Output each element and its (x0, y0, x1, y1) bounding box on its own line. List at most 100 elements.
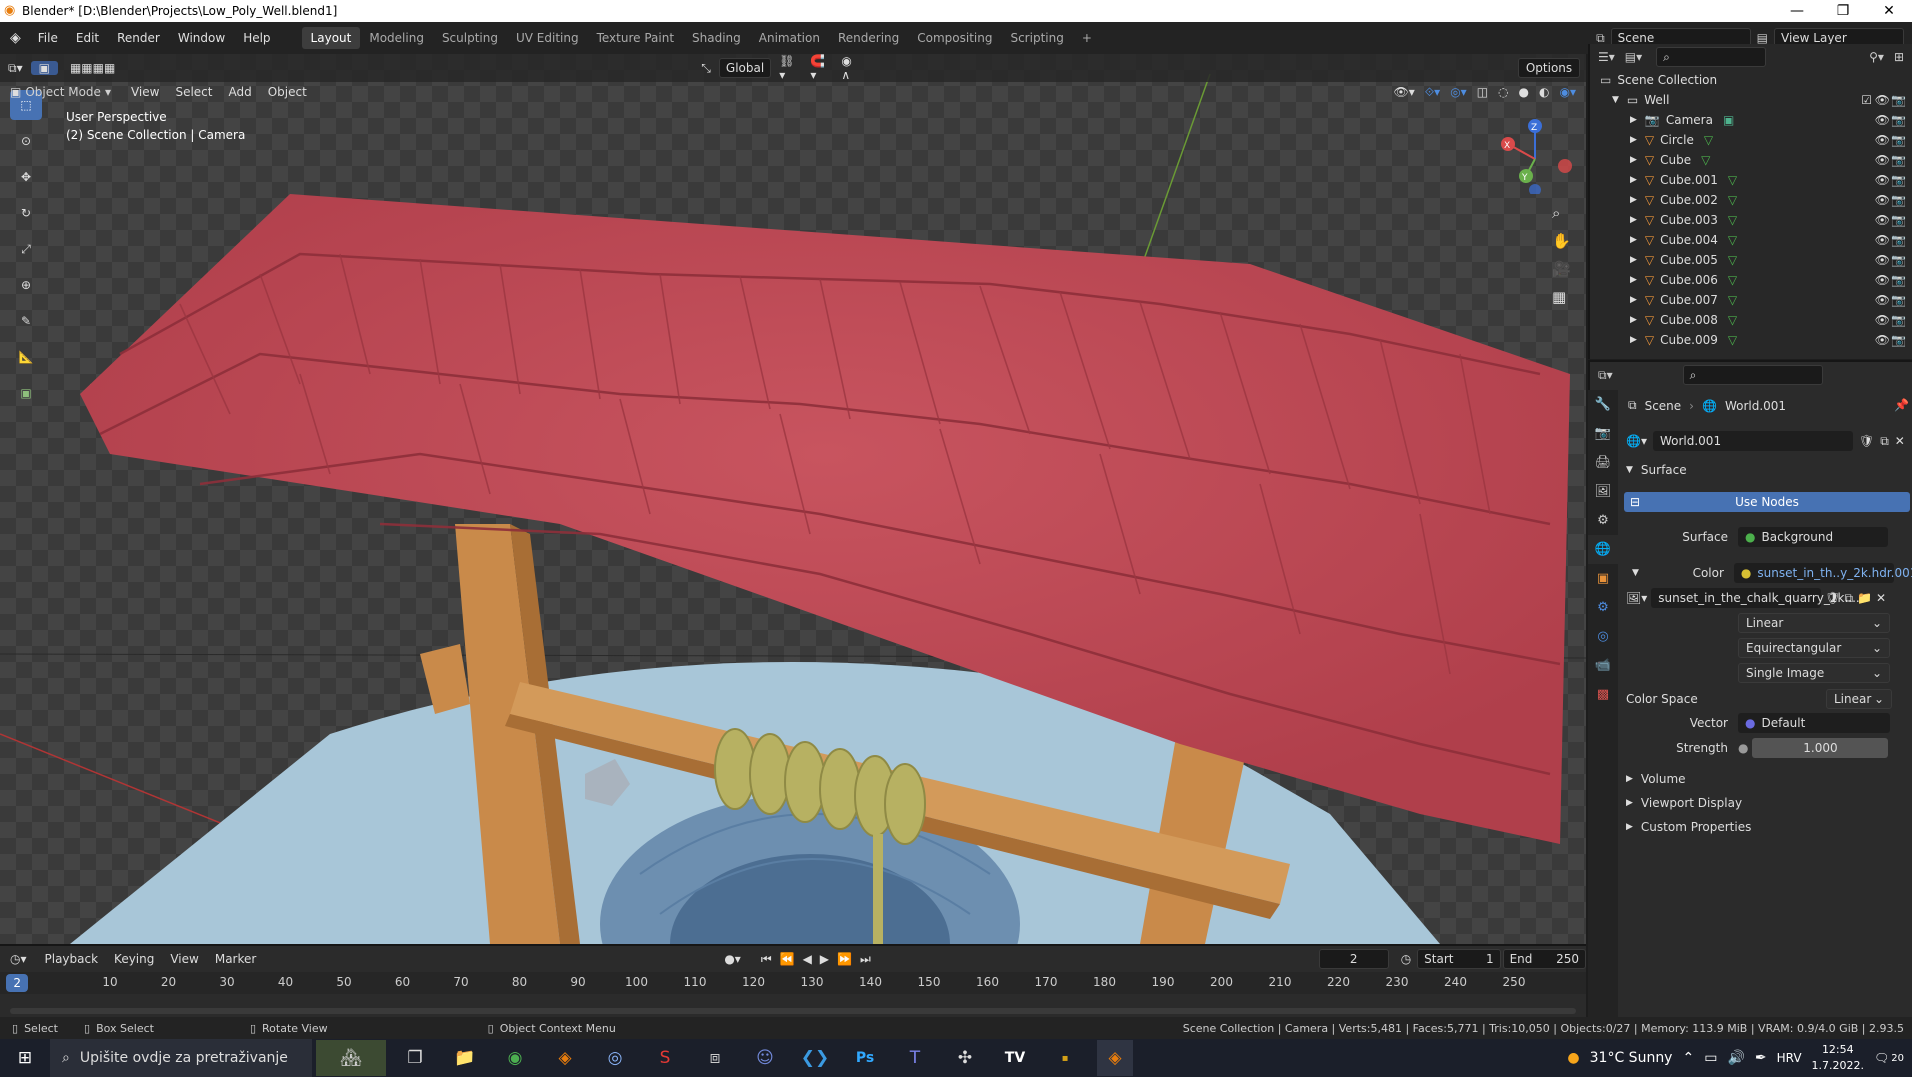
visibility-eye-icon[interactable]: 👁 (1875, 173, 1890, 187)
close-button[interactable]: ✕ (1866, 3, 1912, 19)
tab-compositing[interactable]: Compositing (908, 27, 1001, 49)
filter-icon[interactable]: ⚲▾ (1869, 50, 1884, 64)
timeline-scrollbar[interactable] (10, 1008, 1576, 1014)
outliner-root[interactable]: ▭ Scene Collection (1590, 70, 1912, 90)
collapsed-chevron-icon[interactable]: ▶ (1630, 295, 1637, 305)
photoshop-icon[interactable]: Ps (847, 1040, 883, 1076)
viewport-menu-select[interactable]: Select (167, 85, 220, 99)
unlink-icon[interactable]: ✕ (1895, 434, 1905, 448)
tv-app-icon[interactable]: TV (997, 1040, 1033, 1076)
render-camera-icon[interactable]: 📷 (1891, 253, 1906, 267)
browser-icon[interactable]: ◎ (597, 1040, 633, 1076)
visibility-eye-icon[interactable]: 👁 (1875, 153, 1890, 167)
visibility-eye-icon[interactable]: 👁 (1875, 313, 1890, 327)
visibility-eye-icon[interactable]: 👁 (1875, 193, 1890, 207)
render-camera-icon[interactable]: 📷 (1891, 113, 1906, 127)
clock-icon[interactable]: ◷ (1401, 952, 1411, 966)
viewport-menu-add[interactable]: Add (220, 85, 259, 99)
add-workspace-icon[interactable]: + (1073, 27, 1101, 49)
image-browse-icon[interactable]: 🖼▾ (1626, 591, 1647, 605)
outliner-search-input[interactable]: ⌕ (1656, 47, 1767, 67)
fake-user-icon[interactable]: 🛡 (1825, 591, 1840, 605)
outliner-item[interactable]: ▶ 📷 Camera ▣ 👁 📷 (1590, 110, 1912, 130)
projection-dropdown[interactable]: Equirectangular ⌄ (1738, 638, 1890, 658)
exclude-checkbox-icon[interactable]: ☑ (1861, 93, 1872, 107)
blender-active-taskbar-icon[interactable]: ◈ (1097, 1040, 1133, 1076)
outliner-item[interactable]: ▶ ▽ Cube.005 ▽ 👁 📷 (1590, 250, 1912, 270)
options-dropdown[interactable]: Options (1518, 58, 1580, 78)
clock[interactable]: 12:54 1.7.2022. (1812, 1042, 1864, 1074)
viewport-menu-view[interactable]: View (123, 85, 167, 99)
tab-modeling[interactable]: Modeling (360, 27, 433, 49)
expand-chevron-icon[interactable]: ▼ (1632, 568, 1639, 578)
visibility-eye-icon[interactable]: 👁 (1875, 133, 1890, 147)
visibility-eye-icon[interactable]: 👁 (1875, 273, 1890, 287)
mesh-data-icon[interactable]: ▽ (1704, 133, 1713, 147)
visibility-eye-icon[interactable]: 👁 (1875, 213, 1890, 227)
render-camera-icon[interactable]: 📷 (1891, 273, 1906, 287)
collapsed-chevron-icon[interactable]: ▶ (1630, 235, 1637, 245)
object-tab-icon[interactable]: ▣ (1588, 564, 1618, 593)
world-browse-icon[interactable]: 🌐▾ (1626, 434, 1647, 448)
outliner-item[interactable]: ▶ ▽ Cube.006 ▽ 👁 📷 (1590, 270, 1912, 290)
blender-menu-icon[interactable]: ◈ (10, 30, 21, 46)
output-tab-icon[interactable]: 🖨 (1588, 448, 1618, 477)
collapsed-chevron-icon[interactable]: ▶ (1630, 135, 1637, 145)
modifier-tab-icon[interactable]: ⚙ (1588, 593, 1618, 622)
collapsed-chevron-icon[interactable]: ▶ (1630, 275, 1637, 285)
tab-layout[interactable]: Layout (301, 27, 361, 49)
restore-button[interactable]: ❐ (1820, 3, 1866, 19)
scene-tab-icon[interactable]: ⚙ (1588, 506, 1618, 535)
cursor-icon[interactable]: ⊙ (10, 126, 42, 156)
xray-icon[interactable]: ◫ (1477, 85, 1488, 100)
camera-data-icon[interactable]: ▣ (1723, 113, 1734, 127)
mesh-data-icon[interactable]: ▽ (1728, 213, 1737, 227)
3d-viewport[interactable]: User Perspective (2) Scene Collection | … (0, 54, 1586, 944)
menu-help[interactable]: Help (234, 31, 279, 45)
timeline-editor-icon[interactable]: ◷▾ (10, 952, 27, 966)
playback-controls-icon[interactable]: ⏮⏪◀▶⏩⏭ (761, 952, 879, 967)
editor-type-icon[interactable]: ⧉▾ (0, 61, 31, 76)
add-cube-icon[interactable]: ▣ (10, 378, 42, 408)
material-shading-icon[interactable]: ◐ (1539, 85, 1549, 100)
viewport-scene[interactable] (0, 54, 1586, 944)
pen-icon[interactable]: ✒ (1755, 1050, 1767, 1066)
visibility-eye-icon[interactable]: 👁 (1875, 93, 1890, 107)
solid-shading-icon[interactable]: ● (1519, 85, 1529, 100)
scale-icon[interactable]: ⤢ (10, 234, 42, 264)
visibility-icon[interactable]: 👁▾ (1393, 85, 1414, 100)
timeline-menu-marker[interactable]: Marker (207, 952, 264, 966)
outliner-item[interactable]: ▶ ▽ Cube ▽ 👁 📷 (1590, 150, 1912, 170)
render-camera-icon[interactable]: 📷 (1891, 333, 1906, 347)
mesh-data-icon[interactable]: ▽ (1701, 153, 1710, 167)
custom-properties-panel-header[interactable]: ▶ Custom Properties (1626, 820, 1751, 834)
mesh-data-icon[interactable]: ▽ (1728, 173, 1737, 187)
mesh-data-icon[interactable]: ▽ (1728, 193, 1737, 207)
tab-shading[interactable]: Shading (683, 27, 750, 49)
outliner-collection-well[interactable]: ▼ ▭ Well ☑ 👁 📷 (1590, 90, 1912, 110)
timeline-menu-playback[interactable]: Playback (37, 952, 107, 966)
mesh-data-icon[interactable]: ▽ (1728, 333, 1737, 347)
unlink-icon[interactable]: ✕ (1876, 591, 1886, 605)
pan-hand-icon[interactable]: ✋ (1552, 232, 1571, 250)
navigation-gizmo[interactable]: Z X Y (1490, 114, 1580, 194)
render-camera-icon[interactable]: 📷 (1891, 133, 1906, 147)
surface-shader-field[interactable]: ● Background (1738, 527, 1888, 547)
timeline-menu-keying[interactable]: Keying (106, 952, 162, 966)
duplicate-icon[interactable]: ⧉ (1845, 591, 1854, 606)
visibility-eye-icon[interactable]: 👁 (1875, 333, 1890, 347)
measure-icon[interactable]: 📐 (10, 342, 42, 372)
volume-icon[interactable]: 🔊 (1727, 1050, 1744, 1066)
outliner-item[interactable]: ▶ ▽ Cube.008 ▽ 👁 📷 (1590, 310, 1912, 330)
outliner-item[interactable]: ▶ ▽ Circle ▽ 👁 📷 (1590, 130, 1912, 150)
tab-scripting[interactable]: Scripting (1001, 27, 1072, 49)
data-tab-icon[interactable]: 📹 (1588, 651, 1618, 680)
fake-user-icon[interactable]: 🛡 (1859, 434, 1874, 448)
outliner-item[interactable]: ▶ ▽ Cube.007 ▽ 👁 📷 (1590, 290, 1912, 310)
annotate-icon[interactable]: ✎ (10, 306, 42, 336)
image-name-field[interactable]: sunset_in_the_chalk_quarry_2k.... (1651, 588, 1860, 608)
use-nodes-button[interactable]: ⊟ Use Nodes (1624, 492, 1910, 512)
start-frame-field[interactable]: Start 1 (1417, 949, 1501, 969)
menu-edit[interactable]: Edit (67, 31, 108, 45)
render-camera-icon[interactable]: 📷 (1891, 193, 1906, 207)
